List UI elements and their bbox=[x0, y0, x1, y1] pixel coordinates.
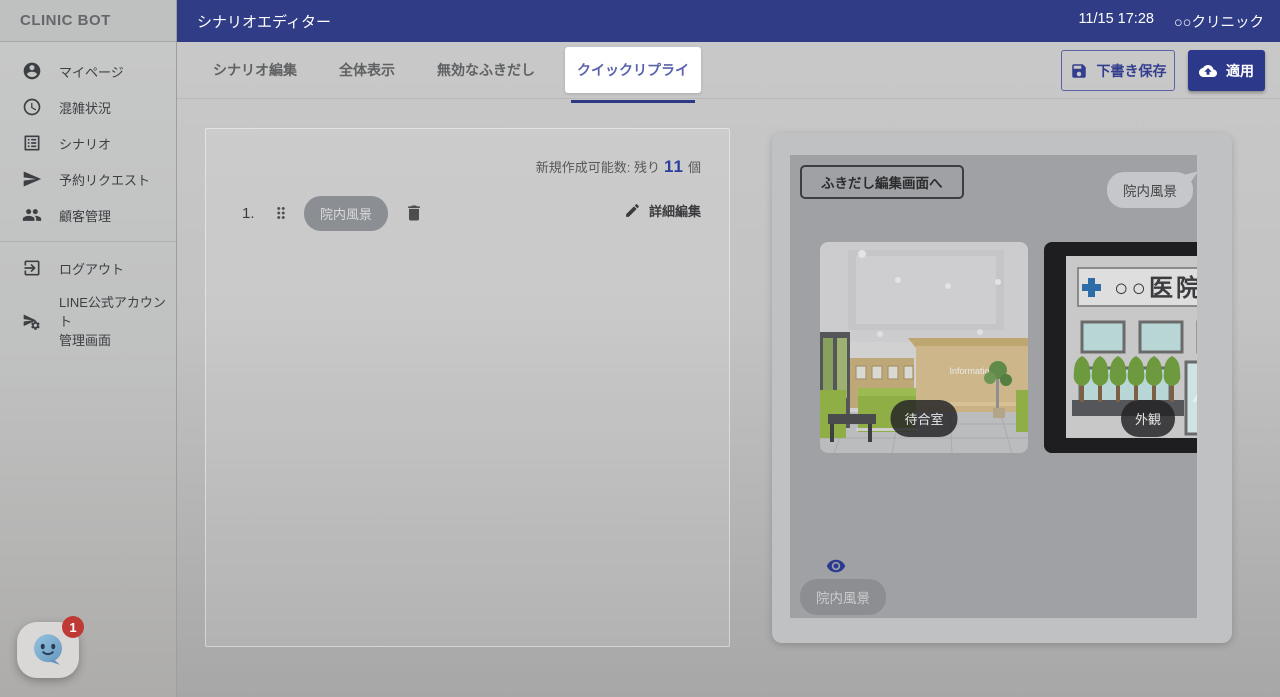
sidebar-item-congestion[interactable]: 混雑状況 bbox=[0, 89, 176, 125]
exterior-image: ○○医院 bbox=[1044, 242, 1197, 453]
sidebar-item-reservation-request[interactable]: 予約リクエスト bbox=[0, 161, 176, 197]
topbar-right: 11/15 17:28 ○○クリニック bbox=[1078, 11, 1264, 32]
people-icon bbox=[22, 205, 42, 225]
save-draft-button[interactable]: 下書き保存 bbox=[1061, 50, 1175, 91]
sidebar-item-scenario[interactable]: シナリオ bbox=[0, 125, 176, 161]
sidebar-divider bbox=[0, 241, 176, 242]
chat-preview: ふきだし編集画面へ 院内風景 Information bbox=[790, 155, 1197, 618]
sidebar-item-label: 顧客管理 bbox=[59, 206, 111, 225]
account-name: ○○クリニック bbox=[1174, 11, 1264, 32]
waiting-room-image: Information bbox=[820, 242, 1028, 453]
image-label: 外観 bbox=[1121, 400, 1175, 437]
save-icon bbox=[1070, 62, 1088, 80]
visibility-toggle[interactable] bbox=[826, 556, 846, 576]
list-alt-icon bbox=[22, 133, 42, 153]
save-draft-label: 下書き保存 bbox=[1097, 61, 1167, 81]
chat-bot-face-icon bbox=[27, 629, 69, 671]
trash-icon bbox=[404, 203, 424, 223]
row-index: 1. bbox=[242, 205, 264, 222]
tab-bar: シナリオ編集 全体表示 無効なふきだし クイックリプライ 下書き保存 適用 bbox=[177, 42, 1280, 99]
user-message-bubble: 院内風景 bbox=[1107, 172, 1193, 208]
send-gear-icon bbox=[22, 312, 42, 332]
bubble-edit-button[interactable]: ふきだし編集画面へ bbox=[800, 165, 964, 199]
tab-overview[interactable]: 全体表示 bbox=[339, 60, 395, 80]
datetime-text: 11/15 17:28 bbox=[1078, 11, 1154, 32]
sidebar-item-label: シナリオ bbox=[59, 134, 111, 153]
main-area: シナリオ編集 全体表示 無効なふきだし クイックリプライ 下書き保存 適用 新規… bbox=[177, 42, 1280, 697]
quota-suffix: 個 bbox=[688, 157, 701, 176]
clock-icon bbox=[22, 97, 42, 117]
page-title: シナリオエディター bbox=[197, 11, 331, 32]
svg-text:○○医院: ○○医院 bbox=[1114, 274, 1197, 302]
sidebar-item-label: 混雑状況 bbox=[59, 98, 111, 117]
preview-quick-reply-chip[interactable]: 院内風景 bbox=[800, 579, 886, 615]
quick-reply-row: 1. 院内風景 bbox=[242, 193, 424, 233]
account-circle-icon bbox=[22, 61, 42, 81]
sidebar-item-mypage[interactable]: マイページ bbox=[0, 53, 176, 89]
tab-quick-reply[interactable]: クイックリプライ bbox=[565, 47, 701, 93]
sidebar: CLINIC BOT マイページ 混雑状況 シナリオ 予約リクエスト 顧客管理 … bbox=[0, 0, 177, 697]
notification-badge: 1 bbox=[62, 616, 84, 638]
sidebar-item-label: マイページ bbox=[59, 62, 124, 81]
quota-value: 11 bbox=[664, 157, 684, 177]
quota-prefix: 新規作成可能数: 残り bbox=[536, 157, 660, 176]
delete-button[interactable] bbox=[404, 203, 424, 223]
sidebar-item-logout[interactable]: ログアウト bbox=[0, 250, 176, 286]
chat-widget-button[interactable]: 1 bbox=[17, 622, 79, 678]
image-label: 待合室 bbox=[890, 400, 957, 437]
brand-logo: CLINIC BOT bbox=[0, 0, 176, 42]
sidebar-item-label: 予約リクエスト bbox=[59, 170, 150, 189]
quick-reply-panel: 新規作成可能数: 残り 11 個 1. 院内風景 詳細編集 bbox=[205, 128, 730, 647]
quota-counter: 新規作成可能数: 残り 11 個 bbox=[536, 157, 701, 177]
drag-handle-icon[interactable] bbox=[272, 204, 290, 222]
sidebar-item-label: ログアウト bbox=[59, 259, 124, 278]
pencil-icon bbox=[624, 202, 641, 219]
sidebar-nav: マイページ 混雑状況 シナリオ 予約リクエスト 顧客管理 ログアウト LINE公… bbox=[0, 42, 176, 359]
sidebar-item-line-admin[interactable]: LINE公式アカウント 管理画面 bbox=[0, 286, 176, 359]
topbar: シナリオエディター 11/15 17:28 ○○クリニック bbox=[177, 0, 1280, 42]
eye-icon bbox=[826, 556, 846, 576]
preview-card: ふきだし編集画面へ 院内風景 Information bbox=[772, 133, 1232, 643]
tab-disabled-bubbles[interactable]: 無効なふきだし bbox=[437, 60, 535, 80]
sidebar-item-customer-management[interactable]: 顧客管理 bbox=[0, 197, 176, 233]
detail-edit-button[interactable]: 詳細編集 bbox=[624, 201, 701, 220]
quick-reply-chip: 院内風景 bbox=[304, 196, 388, 231]
apply-button[interactable]: 適用 bbox=[1188, 50, 1265, 91]
logout-icon bbox=[22, 258, 42, 278]
apply-label: 適用 bbox=[1226, 61, 1254, 81]
detail-edit-label: 詳細編集 bbox=[649, 201, 701, 220]
sidebar-item-label: LINE公式アカウント 管理画面 bbox=[59, 294, 176, 351]
tab-scenario-edit[interactable]: シナリオ編集 bbox=[213, 60, 297, 80]
cloud-upload-icon bbox=[1199, 62, 1217, 80]
send-icon bbox=[22, 169, 42, 189]
